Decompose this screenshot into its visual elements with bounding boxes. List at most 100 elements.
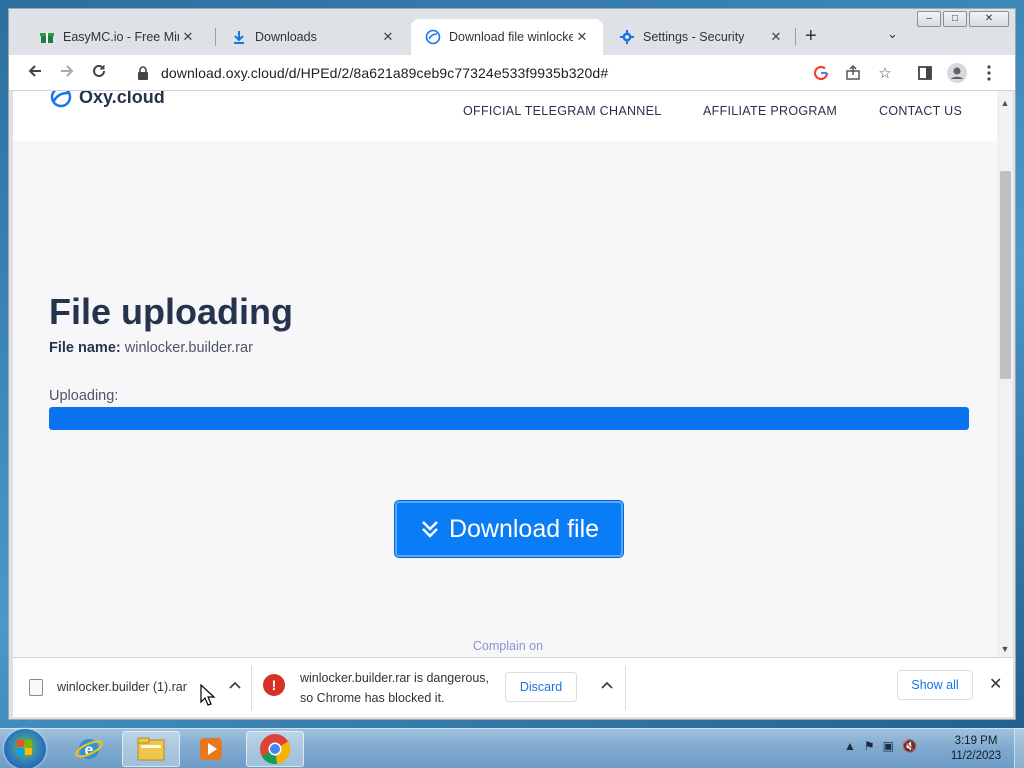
network-icon[interactable]: ▣	[883, 739, 894, 753]
clock-time: 3:19 PM	[954, 735, 998, 747]
close-icon[interactable]: ✕	[179, 29, 197, 45]
chrome-window: EasyMC.io - Free Minecr ✕ Downloads ✕ Do…	[8, 8, 1016, 720]
taskbar-internet-explorer[interactable]: e	[60, 731, 118, 767]
lock-icon	[135, 65, 151, 81]
page-viewport: Oxy.cloud OFFICIAL TELEGRAM CHANNEL AFFI…	[13, 91, 1013, 657]
bookmark-star-icon[interactable]: ☆	[875, 63, 895, 83]
taskbar-media-player[interactable]	[182, 731, 240, 767]
tab-title: Download file winlocker	[449, 30, 573, 44]
show-all-button[interactable]: Show all	[897, 670, 973, 700]
site-header: Oxy.cloud OFFICIAL TELEGRAM CHANNEL AFFI…	[13, 91, 997, 141]
reload-button[interactable]	[87, 61, 111, 85]
close-icon[interactable]: ✕	[573, 29, 591, 45]
tab-divider	[215, 28, 216, 46]
gear-icon	[619, 29, 635, 45]
download-icon	[231, 29, 247, 45]
blocked-warning-text: winlocker.builder.rar is dangerous, so C…	[300, 668, 510, 708]
profile-avatar-icon[interactable]	[947, 63, 967, 83]
tray-expand-icon[interactable]: ▲	[844, 739, 856, 753]
download-file-button[interactable]: Download file	[395, 501, 623, 557]
nav-link-affiliate[interactable]: AFFILIATE PROGRAM	[703, 104, 837, 118]
close-icon[interactable]: ✕	[379, 29, 397, 45]
gift-icon	[39, 29, 55, 45]
system-clock[interactable]: 3:19 PM 11/2/2023	[944, 734, 1008, 764]
shelf-divider	[251, 666, 252, 710]
forward-arrow-icon	[61, 65, 74, 77]
clock-date: 11/2/2023	[950, 750, 1002, 762]
address-bar[interactable]: download.oxy.cloud/d/HPEd/2/8a621a89ceb9…	[125, 58, 831, 88]
tab-title: Downloads	[255, 30, 317, 44]
file-name-line: File name: winlocker.builder.rar	[49, 340, 253, 356]
back-button[interactable]	[23, 61, 47, 85]
taskbar-file-explorer[interactable]	[122, 731, 180, 767]
start-button[interactable]	[4, 729, 46, 768]
uploading-label: Uploading:	[49, 388, 119, 404]
mouse-cursor-icon	[200, 684, 216, 706]
shelf-divider	[625, 666, 626, 710]
oxy-cloud-icon	[425, 29, 441, 45]
tab-title: Settings - Security	[643, 30, 745, 44]
danger-warning-icon: !	[263, 674, 285, 696]
side-panel-icon[interactable]	[915, 63, 935, 83]
file-icon	[29, 678, 43, 696]
oxy-cloud-icon	[50, 91, 72, 108]
close-icon[interactable]: ✕	[767, 29, 785, 45]
taskbar-chrome[interactable]	[246, 731, 304, 767]
forward-button[interactable]	[55, 61, 79, 85]
window-controls: – □ ✕	[917, 11, 1009, 27]
share-icon[interactable]	[843, 63, 863, 83]
windows-taskbar: e ▲ ⚑ ▣ 🔇 3:19 PM 11/2/2023	[0, 728, 1024, 768]
warning-line-1: winlocker.builder.rar is dangerous,	[300, 671, 489, 685]
maximize-button[interactable]: □	[943, 11, 967, 27]
double-chevron-down-icon	[422, 521, 438, 538]
show-desktop-button[interactable]	[1014, 729, 1024, 768]
tab-download-file[interactable]: Download file winlocker ✕	[411, 19, 603, 55]
tab-settings-security[interactable]: Settings - Security ✕	[605, 19, 797, 55]
nav-link-contact[interactable]: CONTACT US	[879, 104, 962, 118]
scrollbar-thumb[interactable]	[1000, 171, 1011, 379]
tab-title: EasyMC.io - Free Minecr	[63, 30, 179, 44]
nav-link-telegram[interactable]: OFFICIAL TELEGRAM CHANNEL	[463, 104, 662, 118]
media-player-icon	[200, 738, 222, 760]
file-name-label: File name:	[49, 340, 121, 356]
page-title: File uploading	[49, 291, 293, 332]
file-name-value: winlocker.builder.rar	[124, 340, 253, 356]
system-tray: ▲ ⚑ ▣ 🔇	[844, 739, 917, 753]
scroll-up-arrow-icon[interactable]: ▲	[997, 95, 1013, 111]
reload-icon	[93, 64, 105, 77]
upload-progress-fill	[49, 407, 969, 430]
browser-toolbar: download.oxy.cloud/d/HPEd/2/8a621a89ceb9…	[9, 55, 1015, 91]
download-file-label: Download file	[448, 514, 600, 543]
tab-search-button[interactable]: ⌄	[887, 26, 898, 42]
volume-muted-icon[interactable]: 🔇	[902, 739, 917, 753]
internet-explorer-icon: e	[75, 739, 103, 759]
download-shelf: winlocker.builder (1).rar ! winlocker.bu…	[13, 657, 1013, 717]
warning-line-2: so Chrome has blocked it.	[300, 691, 445, 705]
file-explorer-icon	[137, 737, 165, 761]
upload-progress-bar	[49, 407, 969, 430]
tab-divider	[795, 28, 796, 46]
tab-easymc[interactable]: EasyMC.io - Free Minecr ✕	[25, 19, 209, 55]
tab-strip: EasyMC.io - Free Minecr ✕ Downloads ✕ Do…	[9, 9, 1015, 55]
close-shelf-icon[interactable]: ✕	[989, 674, 1002, 694]
new-tab-button[interactable]: +	[805, 25, 817, 48]
close-window-button[interactable]: ✕	[969, 11, 1009, 27]
page-scrollbar[interactable]: ▲ ▼	[997, 91, 1013, 657]
menu-kebab-icon[interactable]	[979, 63, 999, 83]
minimize-button[interactable]: –	[917, 11, 941, 27]
complain-link[interactable]: Complain on	[13, 639, 1003, 653]
url-text: download.oxy.cloud/d/HPEd/2/8a621a89ceb9…	[161, 65, 609, 81]
chevron-up-icon[interactable]	[229, 678, 241, 692]
action-center-flag-icon[interactable]: ⚑	[864, 739, 875, 753]
chevron-up-icon[interactable]	[601, 678, 613, 692]
logo-text: Oxy.cloud	[79, 91, 165, 107]
discard-button[interactable]: Discard	[505, 672, 577, 702]
chrome-icon	[260, 734, 291, 765]
download-item-name: winlocker.builder (1).rar	[57, 680, 187, 694]
site-logo[interactable]: Oxy.cloud	[49, 91, 165, 109]
tab-downloads[interactable]: Downloads ✕	[217, 19, 409, 55]
back-arrow-icon	[28, 65, 41, 77]
google-lens-icon[interactable]	[811, 63, 831, 83]
scroll-down-arrow-icon[interactable]: ▼	[997, 641, 1013, 657]
windows-logo-icon	[17, 740, 32, 755]
